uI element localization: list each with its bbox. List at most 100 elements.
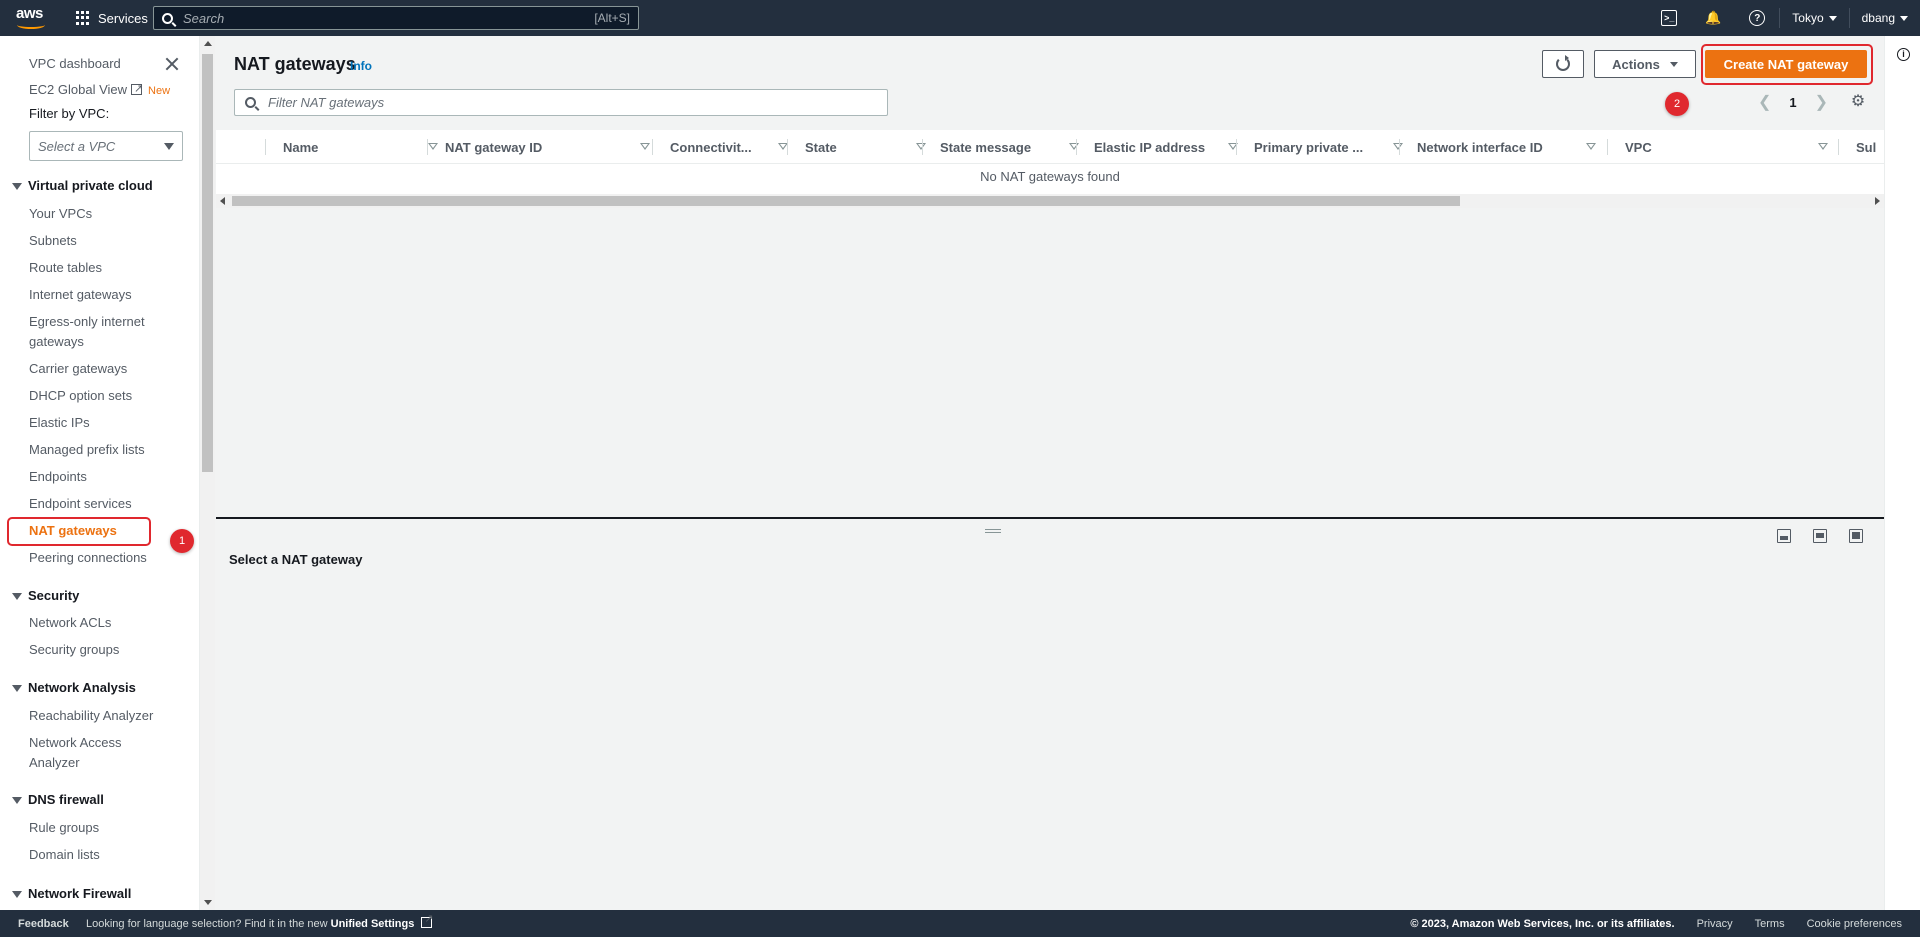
sidebar-item-egress-only-internet-gateways[interactable]: Egress-only internet gateways bbox=[29, 312, 159, 352]
sort-icon[interactable] bbox=[1069, 143, 1079, 150]
section-network-firewall[interactable]: Network Firewall bbox=[12, 884, 131, 904]
sort-icon[interactable] bbox=[1393, 143, 1403, 150]
filter-placeholder: Filter NAT gateways bbox=[268, 95, 385, 110]
info-link[interactable]: Info bbox=[350, 59, 372, 73]
global-search-input[interactable]: Search [Alt+S] bbox=[153, 6, 639, 30]
sidebar-item-elastic-ips[interactable]: Elastic IPs bbox=[29, 413, 90, 433]
sort-icon[interactable] bbox=[428, 143, 438, 150]
actions-button[interactable]: Actions bbox=[1594, 50, 1696, 78]
feedback-link[interactable]: Feedback bbox=[18, 918, 69, 930]
panel-maximize-icon[interactable] bbox=[1849, 529, 1863, 543]
search-icon bbox=[162, 12, 173, 24]
sidebar-item-dhcp-option-sets[interactable]: DHCP option sets bbox=[29, 386, 132, 406]
account-menu[interactable]: dbang bbox=[1850, 11, 1920, 25]
next-page-icon[interactable]: ❯ bbox=[1815, 92, 1828, 112]
sort-icon[interactable] bbox=[1586, 143, 1596, 150]
section-virtual-private-cloud[interactable]: Virtual private cloud bbox=[12, 176, 153, 196]
column-header-subnet[interactable]: Sul bbox=[1856, 130, 1884, 164]
sort-icon[interactable] bbox=[640, 143, 650, 150]
column-header-connectivity[interactable]: Connectivit... bbox=[670, 130, 798, 164]
sidebar-item-endpoints[interactable]: Endpoints bbox=[29, 467, 87, 487]
cookie-preferences-link[interactable]: Cookie preferences bbox=[1807, 918, 1902, 930]
info-panel-icon[interactable]: i bbox=[1897, 48, 1910, 61]
preferences-gear-icon[interactable]: ⚙ bbox=[1850, 94, 1866, 110]
sidebar-item-your-vpcs[interactable]: Your VPCs bbox=[29, 204, 92, 224]
sidebar-item-domain-lists[interactable]: Domain lists bbox=[29, 845, 100, 865]
sidebar-item-peering-connections[interactable]: Peering connections bbox=[29, 548, 147, 568]
column-header-network-interface-id[interactable]: Network interface ID bbox=[1417, 130, 1606, 164]
column-header-elastic-ip-address[interactable]: Elastic IP address bbox=[1094, 130, 1248, 164]
column-header-nat-gateway-id[interactable]: NAT gateway ID bbox=[445, 130, 660, 164]
column-header-primary-private-ip[interactable]: Primary private ... bbox=[1254, 130, 1413, 164]
scroll-down-arrow-icon[interactable] bbox=[204, 900, 212, 905]
section-dns-firewall[interactable]: DNS firewall bbox=[12, 790, 104, 810]
sidebar-navigation: VPC dashboard EC2 Global View New Filter … bbox=[0, 36, 200, 910]
empty-table-message: No NAT gateways found bbox=[980, 169, 1120, 184]
scroll-thumb[interactable] bbox=[232, 196, 1460, 206]
scroll-left-arrow-icon[interactable] bbox=[220, 197, 225, 205]
sidebar-item-route-tables[interactable]: Route tables bbox=[29, 258, 102, 278]
page-number[interactable]: 1 bbox=[1789, 95, 1796, 110]
column-header-state-message[interactable]: State message bbox=[940, 130, 1089, 164]
step1-highlight-box bbox=[7, 517, 151, 546]
column-label: Name bbox=[283, 139, 319, 155]
grid-icon bbox=[76, 11, 90, 25]
column-label: State message bbox=[940, 139, 1032, 155]
copyright-text: © 2023, Amazon Web Services, Inc. or its… bbox=[1410, 917, 1675, 930]
caret-down-icon bbox=[12, 182, 22, 190]
scroll-up-arrow-icon[interactable] bbox=[204, 41, 212, 46]
table-horizontal-scrollbar[interactable] bbox=[216, 194, 1884, 208]
unified-settings-link[interactable]: Unified Settings bbox=[331, 918, 415, 930]
section-network-analysis[interactable]: Network Analysis bbox=[12, 678, 136, 698]
sidebar-item-endpoint-services[interactable]: Endpoint services bbox=[29, 494, 132, 514]
sidebar-item-vpc-dashboard[interactable]: VPC dashboard bbox=[29, 54, 121, 74]
details-split-panel: Select a NAT gateway bbox=[216, 517, 1884, 910]
filter-nat-gateways-input[interactable]: Filter NAT gateways bbox=[234, 89, 888, 116]
column-header-vpc[interactable]: VPC bbox=[1625, 130, 1838, 164]
nat-gateways-table: Name NAT gateway ID Connectivit... State… bbox=[216, 130, 1884, 195]
column-label: Primary private ... bbox=[1254, 139, 1364, 155]
cloudshell-icon[interactable]: >_ bbox=[1661, 10, 1678, 26]
aws-logo-text: aws bbox=[16, 5, 43, 22]
section-title: Security bbox=[28, 588, 80, 603]
sidebar-item-rule-groups[interactable]: Rule groups bbox=[29, 818, 99, 838]
privacy-link[interactable]: Privacy bbox=[1697, 918, 1733, 930]
scroll-right-arrow-icon[interactable] bbox=[1875, 197, 1880, 205]
sort-icon[interactable] bbox=[916, 143, 926, 150]
sidebar-item-network-acls[interactable]: Network ACLs bbox=[29, 613, 111, 633]
split-panel-resize-handle[interactable] bbox=[985, 529, 1001, 533]
scroll-thumb[interactable] bbox=[202, 54, 213, 472]
sidebar-scrollbar[interactable] bbox=[200, 36, 215, 910]
right-tools-rail: i bbox=[1884, 36, 1920, 910]
sidebar-item-managed-prefix-lists[interactable]: Managed prefix lists bbox=[29, 440, 145, 460]
column-label: Sul bbox=[1856, 139, 1877, 155]
close-icon[interactable] bbox=[164, 56, 180, 72]
section-security[interactable]: Security bbox=[12, 586, 79, 606]
caret-down-icon bbox=[1669, 61, 1678, 67]
sidebar-item-ec2-global-view[interactable]: EC2 Global View New bbox=[29, 79, 170, 101]
panel-position-bottom-icon[interactable] bbox=[1777, 529, 1791, 543]
step2-badge: 2 bbox=[1665, 92, 1689, 116]
panel-position-side-icon[interactable] bbox=[1813, 529, 1827, 543]
services-menu-button[interactable]: Services bbox=[76, 0, 148, 36]
column-header-state[interactable]: State bbox=[805, 130, 936, 164]
table-header: Name NAT gateway ID Connectivit... State… bbox=[216, 130, 1884, 164]
sidebar-item-subnets[interactable]: Subnets bbox=[29, 231, 77, 251]
aws-logo[interactable]: aws bbox=[16, 6, 46, 30]
search-shortcut-hint: [Alt+S] bbox=[594, 11, 630, 25]
terms-link[interactable]: Terms bbox=[1755, 918, 1785, 930]
previous-page-icon[interactable]: ❮ bbox=[1758, 92, 1771, 112]
region-selector[interactable]: Tokyo bbox=[1780, 11, 1848, 25]
column-header-name[interactable]: Name bbox=[283, 130, 448, 164]
help-icon[interactable]: ? bbox=[1749, 10, 1766, 26]
sidebar-item-security-groups[interactable]: Security groups bbox=[29, 640, 119, 660]
refresh-button[interactable] bbox=[1542, 50, 1584, 78]
vpc-filter-select[interactable]: Select a VPC bbox=[29, 131, 183, 161]
notifications-bell-icon[interactable]: 🔔 bbox=[1705, 10, 1721, 26]
sort-icon[interactable] bbox=[1818, 143, 1828, 150]
sidebar-item-carrier-gateways[interactable]: Carrier gateways bbox=[29, 359, 127, 379]
sidebar-item-network-access-analyzer[interactable]: Network Access Analyzer bbox=[29, 733, 139, 773]
sidebar-item-reachability-analyzer[interactable]: Reachability Analyzer bbox=[29, 706, 153, 726]
caret-down-icon bbox=[12, 890, 22, 898]
sidebar-item-internet-gateways[interactable]: Internet gateways bbox=[29, 285, 132, 305]
